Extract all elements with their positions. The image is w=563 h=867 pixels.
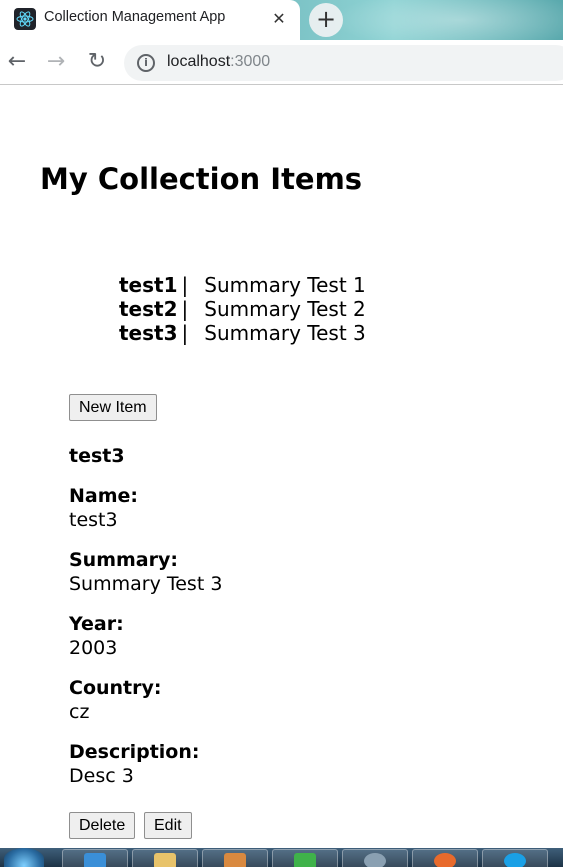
delete-button[interactable]: Delete	[69, 812, 136, 839]
item-summary: Summary Test 3	[204, 321, 366, 345]
taskbar-button-firefox[interactable]	[412, 849, 478, 867]
year-label: Year:	[69, 613, 124, 635]
close-tab-icon[interactable]: ✕	[268, 8, 290, 30]
item-separator: |	[181, 321, 189, 345]
address-bar[interactable]: i localhost:3000	[124, 45, 563, 81]
name-field: Name: test3	[69, 484, 138, 532]
edit-button[interactable]: Edit	[144, 812, 192, 839]
taskbar-button-app[interactable]	[202, 849, 268, 867]
globe-icon	[364, 853, 386, 867]
list-item[interactable]: test2 | Summary Test 2	[119, 297, 366, 321]
url-port: :3000	[230, 53, 271, 70]
internet-explorer-icon	[84, 853, 106, 867]
url-text[interactable]: localhost:3000	[167, 53, 270, 71]
app-icon	[224, 853, 246, 867]
file-explorer-icon	[154, 853, 176, 867]
summary-label: Summary:	[69, 549, 178, 571]
item-summary: Summary Test 1	[204, 273, 366, 297]
tab-strip-background	[330, 0, 563, 40]
taskbar-button-globe[interactable]	[342, 849, 408, 867]
country-value: cz	[69, 701, 90, 723]
summary-value: Summary Test 3	[69, 573, 223, 595]
windows-taskbar	[0, 848, 563, 867]
item-separator: |	[181, 297, 189, 321]
tasks-checkmark-icon	[294, 853, 316, 867]
item-name[interactable]: test1	[119, 273, 178, 297]
react-icon	[14, 8, 36, 30]
taskbar-button-file-explorer[interactable]	[132, 849, 198, 867]
description-field: Description: Desc 3	[69, 740, 200, 788]
site-info-icon[interactable]: i	[137, 54, 155, 72]
item-name[interactable]: test2	[119, 297, 178, 321]
new-tab-button[interactable]: +	[309, 3, 343, 37]
forward-arrow-icon[interactable]: →	[42, 48, 70, 76]
new-item-button[interactable]: New Item	[69, 394, 157, 421]
back-arrow-icon[interactable]: ←	[3, 48, 31, 76]
url-host: localhost	[167, 53, 231, 70]
summary-field: Summary: Summary Test 3	[69, 548, 222, 596]
list-item[interactable]: test1 | Summary Test 1	[119, 273, 366, 297]
skype-icon	[504, 853, 526, 867]
page-title: My Collection Items	[40, 162, 363, 196]
reload-icon[interactable]: ↻	[83, 48, 111, 76]
tab-title: Collection Management App	[44, 9, 226, 25]
taskbar-button-internet-explorer[interactable]	[62, 849, 128, 867]
browser-toolbar: ← → ↻ i localhost:3000	[0, 40, 563, 85]
description-label: Description:	[69, 741, 200, 763]
description-value: Desc 3	[69, 765, 134, 787]
browser-tab[interactable]: Collection Management App ✕	[0, 0, 300, 40]
year-field: Year: 2003	[69, 612, 124, 660]
list-item[interactable]: test3 | Summary Test 3	[119, 321, 366, 345]
collection-item-list: test1 | Summary Test 1 test2 | Summary Test …	[119, 273, 366, 345]
year-value: 2003	[69, 637, 118, 659]
name-value: test3	[69, 509, 118, 531]
country-label: Country:	[69, 677, 162, 699]
browser-tab-strip: Collection Management App ✕ +	[0, 0, 563, 40]
name-label: Name:	[69, 485, 139, 507]
taskbar-button-skype[interactable]	[482, 849, 548, 867]
item-separator: |	[181, 273, 189, 297]
country-field: Country: cz	[69, 676, 162, 724]
firefox-icon	[434, 853, 456, 867]
detail-heading: test3	[69, 445, 125, 467]
taskbar-button-tasks[interactable]	[272, 849, 338, 867]
item-summary: Summary Test 2	[204, 297, 366, 321]
windows-start-icon[interactable]	[4, 848, 44, 867]
item-name[interactable]: test3	[119, 321, 178, 345]
